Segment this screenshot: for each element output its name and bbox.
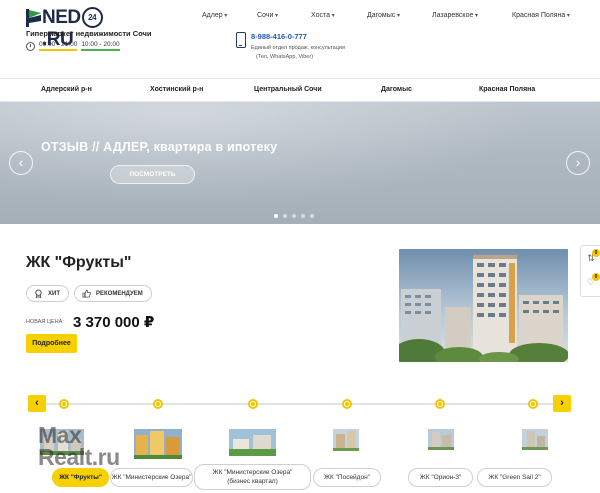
nav-adler[interactable]: Адлер [202,12,227,19]
district-hostinsky[interactable]: Хостинский р-н [150,86,203,93]
tagline: Гипермаркет недвижимости Сочи [26,29,152,38]
hero-slider: ОТЗЫВ // АДЛЕР, квартира в ипотеку ПОСМО… [0,102,600,224]
phone-number[interactable]: 8-988-416-0-777 [251,32,307,41]
track-point[interactable] [528,399,538,409]
nav-lazarevskoe[interactable]: Лазаревское [432,12,478,19]
nav-hosta[interactable]: Хоста [311,12,335,19]
medal-icon [35,289,42,298]
contact-block: 8-988-416-0-777 Единый отдел продаж, кон… [236,32,376,66]
thumbs-up-icon [82,289,91,298]
hero-dot[interactable] [301,214,305,218]
hero-dot[interactable] [310,214,314,218]
thumb-green-sail-2[interactable] [522,429,548,450]
nav-dagomys[interactable]: Дагомыс [367,12,400,19]
site-header: NED 24.RU Гипермаркет недвижимости Сочи 0… [0,0,600,78]
phone-desc-line: Единый отдел продаж, консультации [251,45,346,51]
nav-krasnaya-polyana[interactable]: Красная Поляна [512,12,570,19]
phone-icon [236,32,246,48]
carousel-item-frukty[interactable]: ЖК "Фрукты" [52,468,109,487]
hero-dot[interactable] [283,214,287,218]
thumb-orion-3[interactable] [428,429,454,450]
badge-hit[interactable]: ХИТ [26,285,69,302]
complex-title: ЖК "Фрукты" [26,254,132,271]
top-nav: Адлер Сочи Хоста Дагомыс Лазаревское Кра… [190,12,590,24]
district-central[interactable]: Центральный Сочи [254,86,322,93]
hero-prev-icon[interactable]: ‹ [9,151,33,175]
hero-pagination [274,214,314,218]
clock-icon [26,41,35,51]
working-hours: 09:00 - 21:00 10:00 - 20:00 [26,41,120,51]
hero-next-icon[interactable]: › [566,151,590,175]
page: NED 24.RU Гипермаркет недвижимости Сочи 0… [0,0,600,493]
carousel-prev-icon[interactable]: ‹ [28,395,46,412]
track-point[interactable] [342,399,352,409]
phone-description: Единый отдел продаж, консультации (Тел, … [251,44,381,61]
badge-label: ХИТ [48,290,60,297]
phone-desc-line: (Тел, WhatsApp, Viber) [256,53,314,60]
carousel-item-ministerskie-ozera-business[interactable]: ЖК "Министерские Озера" (бизнес квартал) [194,464,311,490]
carousel-item-green-sail-2[interactable]: ЖК "Green Sail 2" [477,468,552,487]
hero-background [0,102,600,224]
carousel-track [32,403,568,405]
favorites-count: 0 [592,273,600,281]
logo[interactable]: NED 24.RU [26,7,126,50]
hours-weekend: 10:00 - 20:00 [81,41,120,51]
badge-recommend[interactable]: РЕКОМЕНДУЕМ [73,285,152,302]
district-adlersky[interactable]: Адлерский р-н [41,86,92,93]
district-nav: Адлерский р-н Хостинский р-н Центральный… [0,78,600,102]
logo-flag-icon [26,9,41,27]
track-point[interactable] [153,399,163,409]
carousel-next-icon[interactable]: › [553,395,571,412]
hero-title: ОТЗЫВ // АДЛЕР, квартира в ипотеку [41,140,278,154]
thumb-ministerskie-ozera-business[interactable] [229,429,276,456]
price-value: 3 370 000 ₽ [73,314,155,331]
compare-count: 0 [592,249,600,257]
district-krasnaya-polyana[interactable]: Красная Поляна [479,86,535,93]
complex-carousel: ‹ › ЖК "Фрукты" ЖК "Министерские Озера" … [0,394,600,493]
featured-complex: ЖК "Фрукты" ХИТ РЕКОМЕНДУЕМ НОВАЯ ЦЕНА: … [0,224,600,394]
nav-sochi[interactable]: Сочи [257,12,278,19]
price-label: НОВАЯ ЦЕНА: [26,319,64,325]
thumb-frukty[interactable] [40,429,84,455]
track-point[interactable] [248,399,258,409]
complex-photo[interactable] [399,249,568,362]
hero-view-button[interactable]: ПОСМОТРЕТЬ [110,165,195,184]
badge-label: РЕКОМЕНДУЕМ [95,290,143,297]
side-tools: ⇅ 0 ♡ 0 [580,245,600,297]
carousel-item-orion-3[interactable]: ЖК "Орион-3" [408,468,473,487]
thumb-poseidon[interactable] [333,429,359,451]
details-button[interactable]: Подробнее [26,334,77,353]
hero-dot[interactable] [274,214,278,218]
badge-group: ХИТ РЕКОМЕНДУЕМ [26,285,152,302]
thumb-ministerskie-ozera[interactable] [134,429,182,459]
track-point[interactable] [59,399,69,409]
track-point[interactable] [435,399,445,409]
carousel-item-ministerskie-ozera[interactable]: ЖК "Министерские Озера" [110,468,193,487]
hero-dot[interactable] [292,214,296,218]
hours-weekday: 09:00 - 21:00 [39,41,78,51]
carousel-item-poseidon[interactable]: ЖК "Посейдон" [313,468,381,487]
district-dagomys[interactable]: Дагомыс [381,86,412,93]
